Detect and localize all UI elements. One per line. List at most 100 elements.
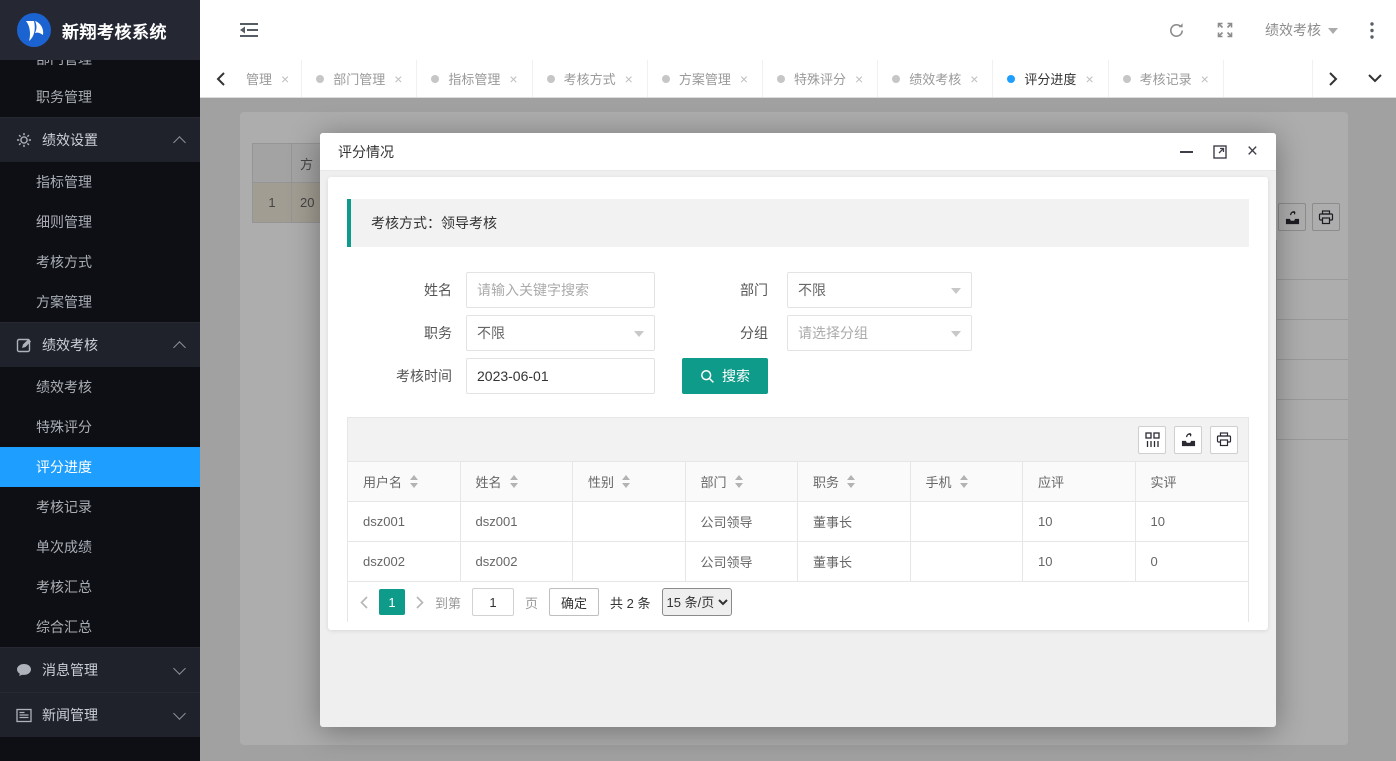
tab-bar: 管理× 部门管理× 指标管理× 考核方式× 方案管理× 特殊评分× 绩效考核× … xyxy=(200,60,1396,98)
maximize-icon[interactable] xyxy=(1213,145,1227,159)
prev-page-icon[interactable] xyxy=(360,596,368,609)
assessment-method-banner: 考核方式：领导考核 xyxy=(347,199,1249,247)
caret-down-icon xyxy=(1328,28,1338,39)
sidebar-item-assessment-records[interactable]: 考核记录 xyxy=(0,487,200,527)
tabs-scroll-left-icon[interactable] xyxy=(200,60,240,97)
col-header-mobile[interactable]: 手机 xyxy=(911,462,1024,501)
duty-select[interactable]: 不限 xyxy=(466,315,655,351)
modal-body-panel: 考核方式：领导考核 姓名 部门 不限 职务 不限 分组 请选择分组 xyxy=(328,177,1268,630)
sidebar-section-label: 新闻管理 xyxy=(42,705,175,725)
gear-icon xyxy=(16,132,32,148)
close-icon[interactable]: × xyxy=(1085,72,1093,86)
more-menu-icon[interactable] xyxy=(1370,22,1374,39)
minimize-icon[interactable] xyxy=(1180,151,1193,153)
sort-icon[interactable] xyxy=(735,471,743,492)
caret-down-icon xyxy=(634,331,644,342)
col-header-name[interactable]: 姓名 xyxy=(461,462,574,501)
page-size-select[interactable]: 15 条/页 xyxy=(662,588,732,616)
sidebar-item-comprehensive-summary[interactable]: 综合汇总 xyxy=(0,607,200,647)
sidebar-item-rules-management[interactable]: 细则管理 xyxy=(0,202,200,242)
next-page-icon[interactable] xyxy=(416,596,424,609)
tab-dot-icon xyxy=(316,75,324,83)
department-select[interactable]: 不限 xyxy=(787,272,972,308)
sort-icon[interactable] xyxy=(510,471,518,492)
table-row[interactable]: dsz002 dsz002 公司领导 董事长 10 0 xyxy=(348,542,1248,582)
fullscreen-icon[interactable] xyxy=(1217,22,1233,38)
tab-indicator-management[interactable]: 指标管理× xyxy=(417,60,532,97)
tab-special-scoring[interactable]: 特殊评分× xyxy=(763,60,878,97)
col-header-gender[interactable]: 性别 xyxy=(573,462,686,501)
tab-dot-icon xyxy=(547,75,555,83)
sidebar-item-department-management-clipped[interactable]: 部门管理 xyxy=(0,60,200,77)
columns-filter-icon[interactable] xyxy=(1138,426,1166,454)
search-icon xyxy=(700,369,715,384)
sort-icon[interactable] xyxy=(960,471,968,492)
print-icon[interactable] xyxy=(1210,426,1238,454)
app-title: 新翔考核系统 xyxy=(62,18,167,43)
sidebar-section-performance-assessment[interactable]: 绩效考核 xyxy=(0,322,200,367)
tab-assessment-records[interactable]: 考核记录× xyxy=(1109,60,1224,97)
sidebar-section-message-management[interactable]: 消息管理 xyxy=(0,647,200,692)
close-icon[interactable]: × xyxy=(625,72,633,86)
tabs-menu-chevron-down-icon[interactable] xyxy=(1354,60,1396,97)
scoring-status-modal: 评分情况 × 考核方式：领导考核 姓名 部门 不限 xyxy=(320,133,1276,727)
sort-icon[interactable] xyxy=(622,471,630,492)
jump-page-input[interactable] xyxy=(472,588,514,616)
export-icon[interactable] xyxy=(1174,426,1202,454)
modal-titlebar: 评分情况 × xyxy=(320,133,1276,171)
confirm-jump-button[interactable]: 确定 xyxy=(549,588,599,616)
sort-icon[interactable] xyxy=(410,471,418,492)
chevron-down-icon xyxy=(173,662,186,675)
close-icon[interactable]: × xyxy=(970,72,978,86)
caret-down-icon xyxy=(951,331,961,342)
sidebar-item-performance-assessment[interactable]: 绩效考核 xyxy=(0,367,200,407)
refresh-icon[interactable] xyxy=(1168,22,1185,39)
sidebar-item-indicator-management[interactable]: 指标管理 xyxy=(0,162,200,202)
tabs-scroll-right-icon[interactable] xyxy=(1312,60,1354,97)
col-header-actual-ratings: 实评 xyxy=(1136,462,1249,501)
col-header-username[interactable]: 用户名 xyxy=(348,462,461,501)
module-switcher-label: 绩效考核 xyxy=(1265,20,1321,40)
jump-prefix-label: 到第 xyxy=(435,593,461,612)
sidebar-item-assessment-summary[interactable]: 考核汇总 xyxy=(0,567,200,607)
close-icon[interactable]: × xyxy=(281,72,289,86)
sidebar-item-scoring-progress[interactable]: 评分进度 xyxy=(0,447,200,487)
tab-performance-assessment[interactable]: 绩效考核× xyxy=(878,60,993,97)
col-header-duty[interactable]: 职务 xyxy=(798,462,911,501)
col-header-department[interactable]: 部门 xyxy=(686,462,799,501)
sidebar-section-label: 消息管理 xyxy=(42,660,175,680)
chevron-down-icon xyxy=(173,707,186,720)
close-icon[interactable]: × xyxy=(1247,142,1258,161)
tab-management-clipped[interactable]: 管理× xyxy=(240,60,302,97)
group-select[interactable]: 请选择分组 xyxy=(787,315,972,351)
current-page[interactable]: 1 xyxy=(379,589,405,615)
close-icon[interactable]: × xyxy=(740,72,748,86)
close-icon[interactable]: × xyxy=(1201,72,1209,86)
sidebar-item-plan-management[interactable]: 方案管理 xyxy=(0,282,200,322)
close-icon[interactable]: × xyxy=(855,72,863,86)
col-header-expected-ratings: 应评 xyxy=(1023,462,1136,501)
tab-assessment-method[interactable]: 考核方式× xyxy=(533,60,648,97)
assessment-time-input[interactable] xyxy=(466,358,655,394)
tab-dot-icon xyxy=(777,75,785,83)
tab-scoring-progress[interactable]: 评分进度× xyxy=(993,60,1108,97)
tab-plan-management[interactable]: 方案管理× xyxy=(648,60,763,97)
name-input[interactable] xyxy=(466,272,655,308)
sidebar-collapse-icon[interactable] xyxy=(240,23,258,37)
close-icon[interactable]: × xyxy=(394,72,402,86)
search-button[interactable]: 搜索 xyxy=(682,358,768,394)
sidebar-item-assessment-method[interactable]: 考核方式 xyxy=(0,242,200,282)
sort-icon[interactable] xyxy=(847,471,855,492)
close-icon[interactable]: × xyxy=(509,72,517,86)
sidebar-item-single-score[interactable]: 单次成绩 xyxy=(0,527,200,567)
edit-icon xyxy=(16,337,32,353)
chat-bubble-icon xyxy=(16,662,32,678)
tab-department-management[interactable]: 部门管理× xyxy=(302,60,417,97)
sidebar-item-duty-management[interactable]: 职务管理 xyxy=(0,77,200,117)
sidebar-section-performance-settings[interactable]: 绩效设置 xyxy=(0,117,200,162)
sidebar-section-news-management[interactable]: 新闻管理 xyxy=(0,692,200,737)
table-row[interactable]: dsz001 dsz001 公司领导 董事长 10 10 xyxy=(348,502,1248,542)
sidebar-item-special-scoring[interactable]: 特殊评分 xyxy=(0,407,200,447)
assessment-time-label: 考核时间 xyxy=(342,358,452,394)
module-switcher[interactable]: 绩效考核 xyxy=(1265,20,1338,40)
